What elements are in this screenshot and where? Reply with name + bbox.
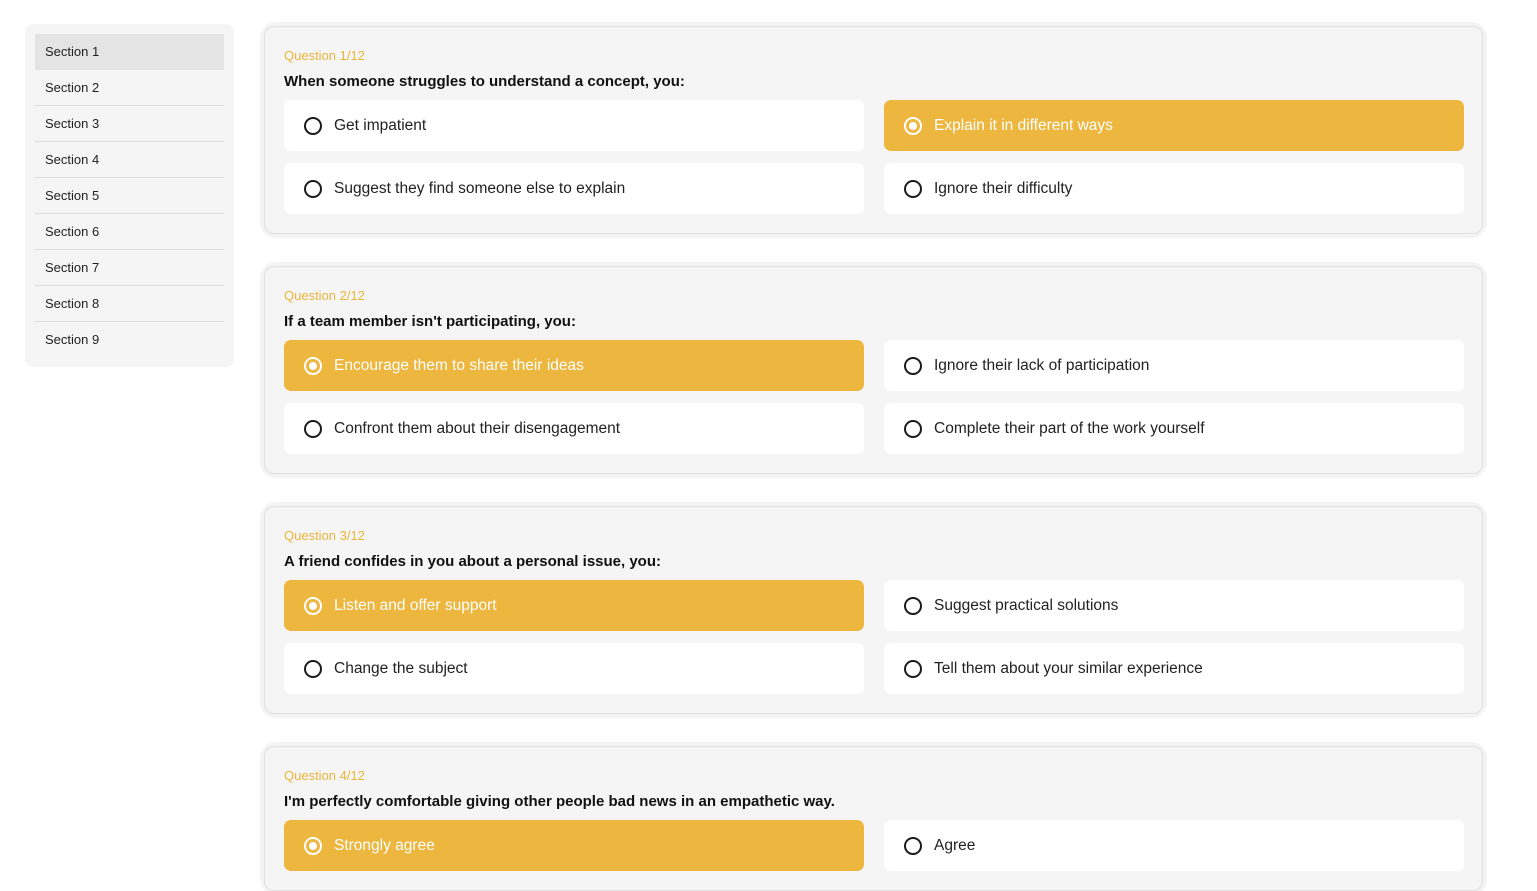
answer-option-label: Get impatient (334, 116, 427, 134)
question-card-4: Question 4/12 I'm perfectly comfortable … (264, 746, 1483, 891)
answer-option-label: Confront them about their disengagement (334, 419, 621, 437)
sidebar-item-section-5[interactable]: Section 5 (35, 178, 224, 214)
question-card-body: Question 1/12 When someone struggles to … (264, 26, 1483, 234)
answer-option-label: Suggest they find someone else to explai… (334, 179, 626, 197)
answer-options: Listen and offer support Suggest practic… (284, 580, 1464, 694)
radio-icon (904, 356, 922, 375)
answer-option[interactable]: Get impatient (284, 100, 864, 151)
radio-checked-icon (904, 116, 922, 135)
answer-option-label: Suggest practical solutions (934, 596, 1119, 614)
question-counter: Question 1/12 (284, 48, 365, 63)
answer-option-label: Ignore their lack of participation (934, 356, 1150, 374)
answer-option-selected[interactable]: Explain it in different ways (884, 100, 1464, 151)
answer-option-selected[interactable]: Encourage them to share their ideas (284, 340, 864, 391)
answer-option-selected[interactable]: Strongly agree (284, 820, 864, 871)
question-text: When someone struggles to understand a c… (284, 73, 685, 90)
answer-option[interactable]: Agree (884, 820, 1464, 871)
answer-option-label: Encourage them to share their ideas (334, 356, 584, 374)
question-counter: Question 2/12 (284, 288, 365, 303)
sidebar-item-section-2[interactable]: Section 2 (35, 70, 224, 106)
question-card-body: Question 4/12 I'm perfectly comfortable … (264, 746, 1483, 891)
sidebar-item-section-9[interactable]: Section 9 (35, 322, 224, 358)
sidebar-item-section-1[interactable]: Section 1 (35, 34, 224, 70)
answer-option[interactable]: Ignore their lack of participation (884, 340, 1464, 391)
answer-option-label: Tell them about your similar experience (934, 659, 1203, 677)
answer-option[interactable]: Confront them about their disengagement (284, 403, 864, 454)
answer-option[interactable]: Ignore their difficulty (884, 163, 1464, 214)
answer-option[interactable]: Complete their part of the work yourself (884, 403, 1464, 454)
question-card-body: Question 3/12 A friend confides in you a… (264, 506, 1483, 714)
answer-option-label: Explain it in different ways (934, 116, 1113, 134)
answer-options: Encourage them to share their ideas Igno… (284, 340, 1464, 454)
radio-checked-icon (304, 356, 322, 375)
question-counter: Question 3/12 (284, 528, 365, 543)
answer-option-label: Agree (934, 836, 976, 854)
radio-checked-icon (304, 836, 322, 855)
radio-icon (904, 659, 922, 678)
answer-option[interactable]: Change the subject (284, 643, 864, 694)
question-card-2: Question 2/12 If a team member isn't par… (264, 266, 1483, 474)
sidebar-item-section-4[interactable]: Section 4 (35, 142, 224, 178)
question-card-body: Question 2/12 If a team member isn't par… (264, 266, 1483, 474)
sidebar-item-section-7[interactable]: Section 7 (35, 250, 224, 286)
answer-option-label: Complete their part of the work yourself (934, 419, 1205, 437)
question-list: Question 1/12 When someone struggles to … (260, 22, 1487, 891)
answer-option[interactable]: Suggest practical solutions (884, 580, 1464, 631)
radio-icon (304, 659, 322, 678)
answer-option-label: Ignore their difficulty (934, 179, 1073, 197)
answer-option-label: Strongly agree (334, 836, 435, 854)
question-text: A friend confides in you about a persona… (284, 553, 661, 570)
answer-options: Strongly agree Agree (284, 820, 1464, 871)
question-counter: Question 4/12 (284, 768, 365, 783)
radio-icon (904, 596, 922, 615)
sidebar-item-section-8[interactable]: Section 8 (35, 286, 224, 322)
answer-option[interactable]: Tell them about your similar experience (884, 643, 1464, 694)
radio-icon (304, 179, 322, 198)
sidebar-item-section-3[interactable]: Section 3 (35, 106, 224, 142)
section-sidebar: Section 1 Section 2 Section 3 Section 4 … (25, 24, 234, 367)
radio-icon (904, 179, 922, 198)
radio-icon (904, 419, 922, 438)
radio-icon (904, 836, 922, 855)
answer-option-selected[interactable]: Listen and offer support (284, 580, 864, 631)
question-card-3: Question 3/12 A friend confides in you a… (264, 506, 1483, 714)
answer-options: Get impatient Explain it in different wa… (284, 100, 1464, 214)
answer-option-label: Change the subject (334, 659, 468, 677)
question-text: If a team member isn't participating, yo… (284, 313, 576, 330)
radio-icon (304, 116, 322, 135)
question-text: I'm perfectly comfortable giving other p… (284, 793, 835, 810)
sidebar-item-section-6[interactable]: Section 6 (35, 214, 224, 250)
radio-icon (304, 419, 322, 438)
radio-checked-icon (304, 596, 322, 615)
answer-option[interactable]: Suggest they find someone else to explai… (284, 163, 864, 214)
question-card-1: Question 1/12 When someone struggles to … (264, 26, 1483, 234)
answer-option-label: Listen and offer support (334, 596, 497, 614)
